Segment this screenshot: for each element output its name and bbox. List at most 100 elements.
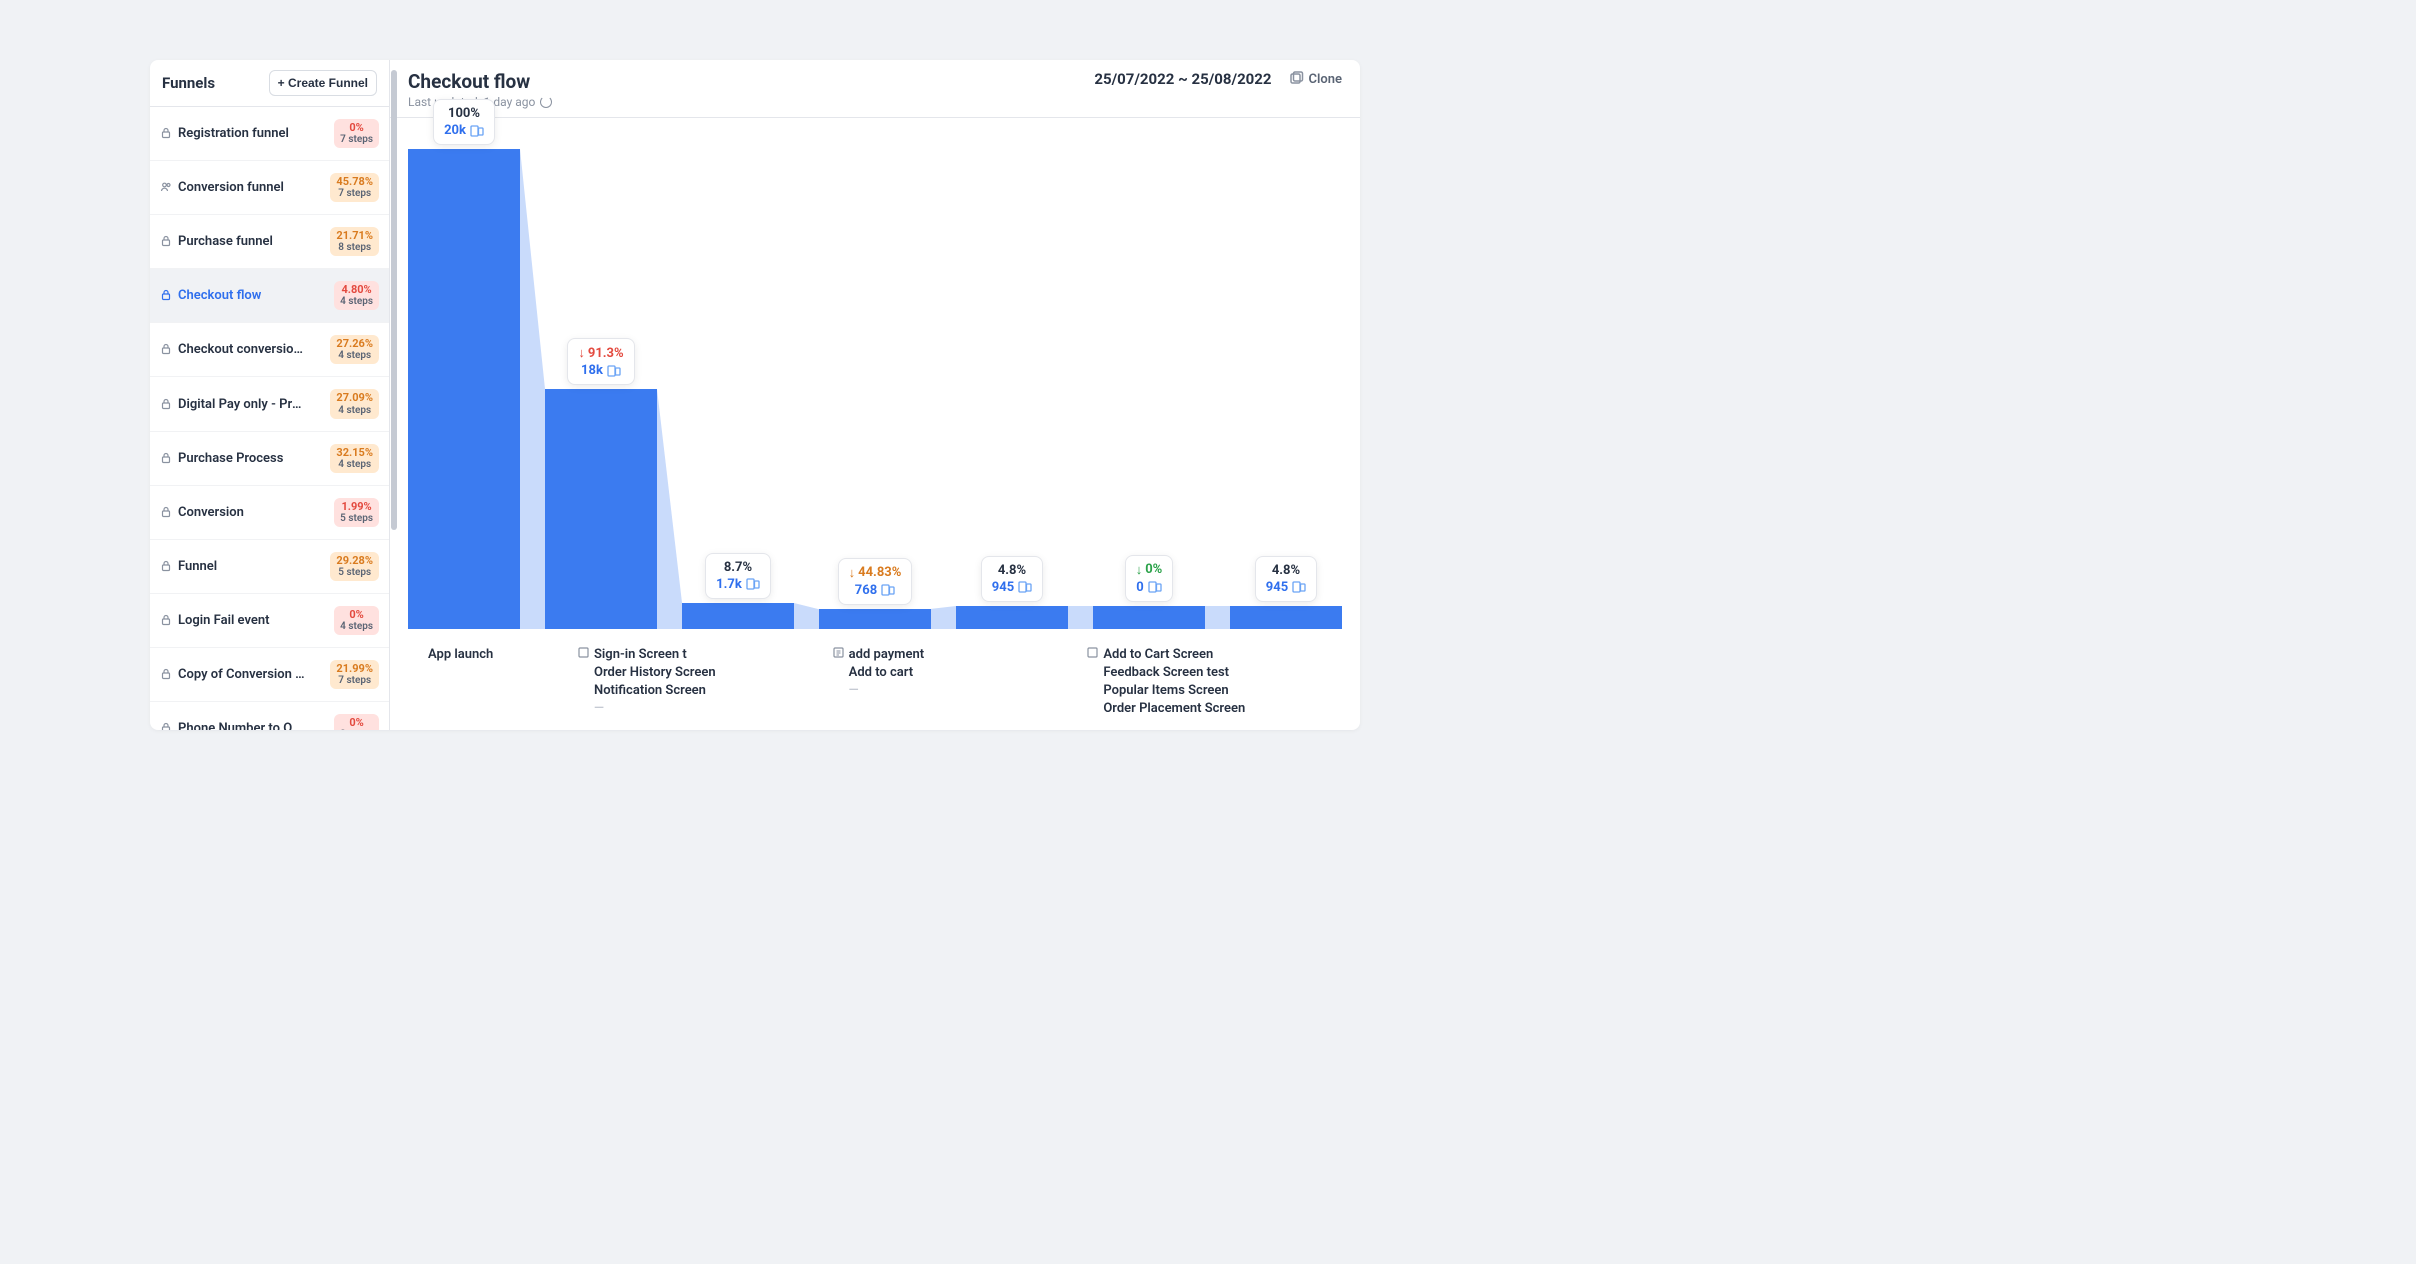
funnel-bar-1[interactable]: ↓91.3% 18k (545, 138, 657, 629)
tooltip-count: 0 (1136, 580, 1143, 595)
funnel-item-9[interactable]: Login Fail event 0% 4 steps (150, 594, 389, 648)
lock-icon (160, 557, 172, 576)
funnel-bar-3[interactable]: ↓44.83% 768 (819, 138, 931, 629)
funnel-connector-0 (520, 138, 545, 629)
funnel-badge: 27.09% 4 steps (330, 389, 379, 418)
funnel-bar-6[interactable]: 4.8% 945 (1230, 138, 1342, 629)
lock-icon (160, 395, 172, 414)
funnel-connector-3 (931, 138, 956, 629)
label-text: Order Placement Screen (1103, 701, 1245, 716)
funnel-steps: 4 steps (340, 621, 373, 632)
funnel-connector-2 (794, 138, 819, 629)
funnel-pct: 27.09% (336, 392, 373, 404)
main: Checkout flow Last updated: 1 day ago 25… (390, 60, 1360, 730)
funnel-bar-0[interactable]: 100% 20k (408, 138, 520, 629)
funnel-badge: 0% 3 steps (334, 714, 379, 730)
tooltip-pct: 4.8% (1272, 563, 1300, 578)
funnel-steps: 7 steps (338, 188, 371, 199)
sidebar-title: Funnels (162, 74, 215, 92)
create-funnel-button[interactable]: + Create Funnel (269, 70, 377, 96)
funnel-name: Login Fail event (178, 613, 270, 628)
funnel-name: Purchase funnel (178, 234, 273, 249)
funnel-steps: 4 steps (338, 350, 371, 361)
funnel-steps: 4 steps (338, 405, 371, 416)
clone-label: Clone (1309, 72, 1343, 87)
page-title: Checkout flow (408, 70, 552, 93)
tooltip-count: 20k (444, 123, 466, 138)
tooltip-count: 945 (992, 580, 1014, 595)
device-icon (1018, 581, 1032, 593)
funnel-pct: 1.99% (341, 501, 371, 513)
funnel-badge: 45.78% 7 steps (330, 173, 379, 202)
funnel-pct: 0% (349, 609, 363, 621)
funnel-pct: 0% (349, 717, 363, 729)
funnel-name: Purchase Process (178, 451, 283, 466)
device-icon (607, 365, 621, 377)
funnel-badge: 27.26% 4 steps (330, 335, 379, 364)
funnel-steps: 4 steps (340, 296, 373, 307)
funnel-pct: 45.78% (336, 176, 373, 188)
label-text: Add to cart (849, 665, 913, 680)
funnel-steps: 8 steps (338, 242, 371, 253)
refresh-icon[interactable] (540, 96, 552, 108)
funnel-name: Funnel (178, 559, 217, 574)
funnel-badge: 21.71% 8 steps (330, 227, 379, 256)
funnel-pct: 4.80% (341, 284, 371, 296)
funnel-tooltip-0: 100% 20k (433, 99, 495, 145)
funnel-item-10[interactable]: Copy of Conversion f… 21.99% 7 steps (150, 648, 389, 702)
funnel-item-2[interactable]: Purchase funnel 21.71% 8 steps (150, 215, 389, 269)
label-text: Sign-in Screen t (594, 647, 687, 662)
funnel-connector-5 (1205, 138, 1230, 629)
funnel-item-4[interactable]: Checkout conversion… 27.26% 4 steps (150, 323, 389, 377)
funnel-name: Conversion funnel (178, 180, 284, 195)
funnel-bar-4[interactable]: 4.8% 945 (956, 138, 1068, 629)
funnel-bar-5[interactable]: ↓0% 0 (1093, 138, 1205, 629)
bar (545, 389, 657, 629)
tooltip-pct: 4.8% (998, 563, 1026, 578)
label-more: — (594, 701, 833, 716)
device-icon (881, 584, 895, 596)
lock-icon (160, 665, 172, 684)
lock-icon (160, 503, 172, 522)
funnel-item-3[interactable]: Checkout flow 4.80% 4 steps (150, 269, 389, 323)
funnel-name: Registration funnel (178, 126, 289, 141)
funnel-name: Digital Pay only - Pro… (178, 397, 308, 412)
funnel-item-7[interactable]: Conversion 1.99% 5 steps (150, 486, 389, 540)
tooltip-count: 945 (1266, 580, 1288, 595)
label-text: Notification Screen (594, 683, 706, 698)
funnel-item-1[interactable]: Conversion funnel 45.78% 7 steps (150, 161, 389, 215)
bar (956, 606, 1068, 629)
label-icon (578, 647, 589, 662)
funnel-pct: 21.99% (336, 663, 373, 675)
bar (408, 149, 520, 629)
label-text: App launch (428, 647, 493, 662)
funnel-list[interactable]: Registration funnel 0% 7 steps Conversio… (150, 107, 389, 730)
tooltip-count: 768 (855, 583, 877, 598)
funnel-item-0[interactable]: Registration funnel 0% 7 steps (150, 107, 389, 161)
funnel-step-label-1: Sign-in Screen tOrder History ScreenNoti… (578, 647, 833, 716)
funnel-item-6[interactable]: Purchase Process 32.15% 4 steps (150, 432, 389, 486)
funnel-bar-2[interactable]: 8.7% 1.7k (682, 138, 794, 629)
funnel-item-8[interactable]: Funnel 29.28% 5 steps (150, 540, 389, 594)
label-text: Popular Items Screen (1103, 683, 1228, 698)
funnel-tooltip-3: ↓44.83% 768 (838, 558, 913, 605)
funnel-tooltip-1: ↓91.3% 18k (567, 338, 634, 385)
device-icon (746, 578, 760, 590)
label-text: Add to Cart Screen (1103, 647, 1213, 662)
funnel-tooltip-2: 8.7% 1.7k (705, 553, 771, 599)
funnel-pct: 29.28% (336, 555, 373, 567)
funnel-item-5[interactable]: Digital Pay only - Pro… 27.09% 4 steps (150, 377, 389, 431)
funnel-badge: 0% 7 steps (334, 119, 379, 148)
lock-icon (160, 449, 172, 468)
funnel-connector-4 (1068, 138, 1093, 629)
date-range[interactable]: 25/07/2022 ~ 25/08/2022 (1094, 70, 1271, 88)
funnel-badge: 29.28% 5 steps (330, 552, 379, 581)
funnel-tooltip-5: ↓0% 0 (1125, 555, 1174, 602)
clone-button[interactable]: Clone (1288, 71, 1343, 87)
funnel-badge: 1.99% 5 steps (334, 498, 379, 527)
label-text: Feedback Screen test (1103, 665, 1229, 680)
funnel-labels: App launch Sign-in Screen tOrder History … (390, 639, 1360, 730)
funnel-item-11[interactable]: Phone Number to OTP 0% 3 steps (150, 702, 389, 730)
device-icon (1292, 581, 1306, 593)
bar (1230, 606, 1342, 629)
